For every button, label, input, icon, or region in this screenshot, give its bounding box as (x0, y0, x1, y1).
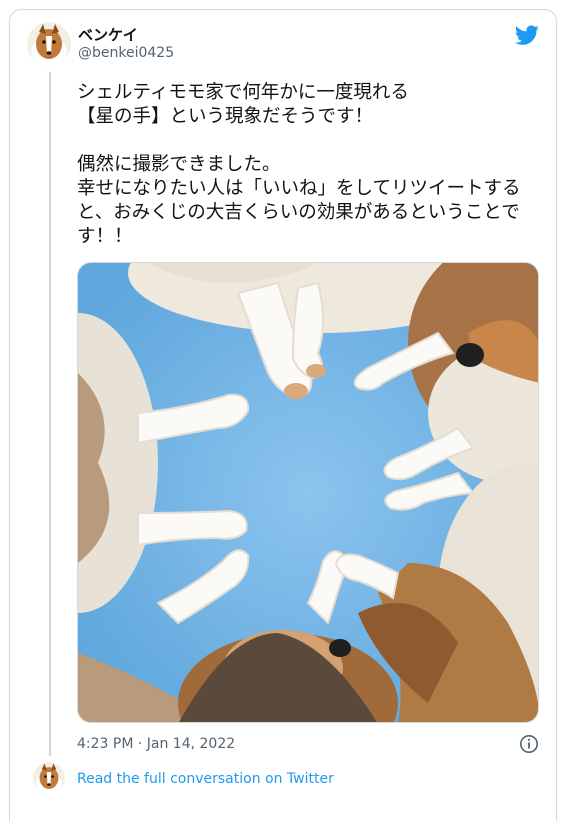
footer-avatar[interactable] (33, 762, 65, 794)
twitter-bird-icon[interactable] (515, 23, 539, 47)
tweet-photo[interactable] (77, 262, 539, 723)
info-icon[interactable] (519, 734, 539, 754)
author-handle[interactable]: @benkei0425 (78, 45, 174, 61)
author-avatar[interactable] (27, 22, 71, 66)
sheltie-avatar-icon (27, 22, 71, 66)
sheltie-avatar-icon (33, 762, 65, 794)
thread-line (49, 72, 51, 756)
star-paws-photo (78, 263, 538, 722)
read-full-conversation-link[interactable]: Read the full conversation on Twitter (77, 771, 334, 787)
author-name[interactable]: ベンケイ (78, 24, 138, 45)
tweet-timestamp[interactable]: 4:23 PM · Jan 14, 2022 (77, 736, 235, 752)
tweet-text: シェルティモモ家で何年かに一度現れる 【星の手】という現象だそうです！ 偶然に撮… (77, 82, 521, 247)
